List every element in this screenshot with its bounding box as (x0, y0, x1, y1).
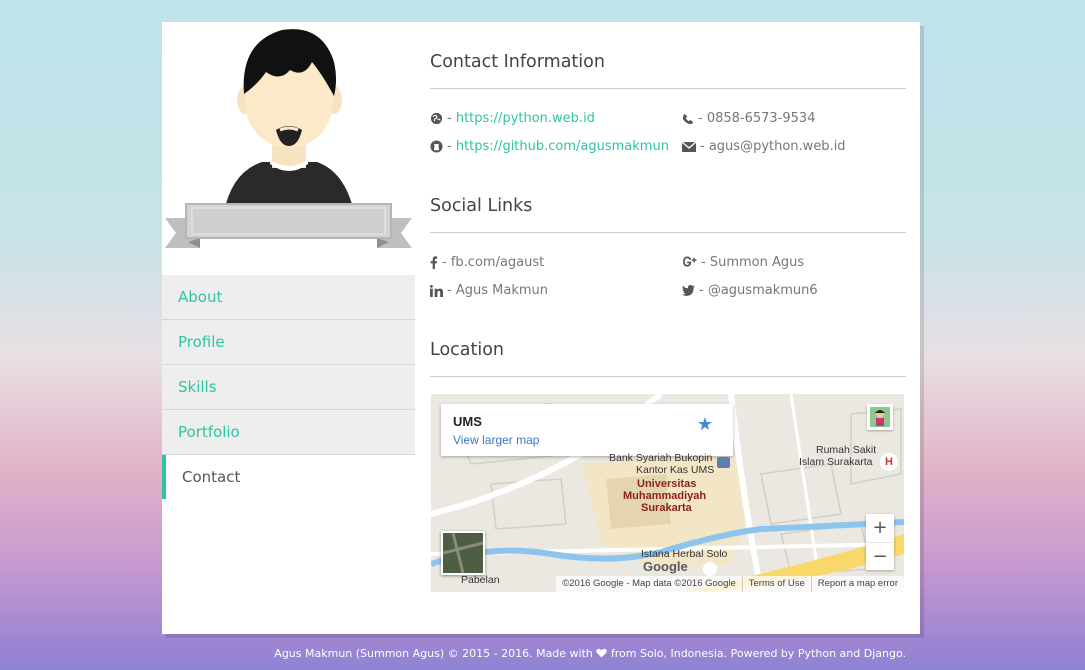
report-map-error-link[interactable]: Report a map error (810, 576, 904, 592)
separator: - (442, 255, 447, 270)
zoom-controls: + − (866, 514, 894, 570)
page-footer: Agus Makmun (Summon Agus) © 2015 - 2016.… (274, 647, 906, 660)
envelope-icon (682, 141, 696, 152)
linkedin-icon (430, 284, 443, 297)
phone-number: 0858-6573-9534 (706, 111, 816, 126)
pegman-icon[interactable] (867, 404, 893, 430)
sidebar-nav: About Profile Skills Portfolio Contact (162, 275, 415, 499)
social-section-title: Social Links (430, 196, 533, 216)
bank-marker-icon (717, 457, 730, 468)
embedded-map[interactable]: UMS View larger map ★ Bank Syariah Bukop… (431, 394, 904, 592)
separator: - (699, 283, 704, 298)
location-section-header: Location (430, 332, 906, 377)
map-label-univ-1: Universitas (637, 478, 697, 490)
linkedin-name[interactable]: Agus Makmun (456, 283, 548, 298)
website-link[interactable]: https://python.web.id (456, 111, 595, 126)
twitter-row: - @agusmakmun6 (682, 283, 818, 298)
nav-item-about[interactable]: About (162, 275, 415, 320)
profile-card: About Profile Skills Portfolio Contact C… (162, 22, 920, 634)
github-row: - https://github.com/agusmakmun (430, 139, 669, 154)
view-larger-map-link[interactable]: View larger map (453, 433, 539, 447)
facebook-icon (430, 256, 438, 269)
nav-item-portfolio[interactable]: Portfolio (162, 410, 415, 455)
map-attribution: ©2016 Google - Map data ©2016 Google Ter… (556, 576, 904, 592)
twitter-icon (682, 285, 695, 296)
separator: - (447, 283, 452, 298)
phone-icon (682, 113, 694, 124)
zoom-in-button[interactable]: + (866, 514, 894, 542)
separator: - (447, 139, 452, 154)
satellite-toggle-thumbnail[interactable] (441, 531, 485, 575)
separator: - (698, 111, 703, 126)
hospital-marker-icon: H (880, 453, 898, 471)
google-logo: Google (643, 559, 688, 574)
avatar (162, 22, 415, 272)
map-label-univ-3: Surakarta (641, 502, 692, 514)
twitter-handle[interactable]: @agusmakmun6 (708, 283, 818, 298)
map-place-card: UMS View larger map ★ (441, 404, 733, 456)
zoom-out-button[interactable]: − (866, 542, 894, 571)
website-row: - https://python.web.id (430, 111, 595, 126)
linkedin-row: - Agus Makmun (430, 283, 548, 298)
footer-text-prefix: Agus Makmun (Summon Agus) © 2015 - 2016.… (274, 647, 593, 660)
location-section-title: Location (430, 340, 505, 360)
map-place-name: UMS (453, 414, 482, 429)
sidebar: About Profile Skills Portfolio Contact (162, 22, 415, 634)
footer-text-suffix: from Solo, Indonesia. Powered by Python … (610, 647, 906, 660)
github-link[interactable]: https://github.com/agusmakmun (456, 139, 669, 154)
facebook-handle[interactable]: fb.com/agaust (451, 255, 544, 270)
social-section-header: Social Links (430, 188, 906, 233)
map-label-univ-2: Muhammadiyah (623, 490, 707, 502)
phone-row: - 0858-6573-9534 (682, 111, 815, 126)
heart-icon (596, 648, 608, 658)
contact-section-header: Contact Information (430, 44, 906, 89)
facebook-row: - fb.com/agaust (430, 255, 544, 270)
contact-section-title: Contact Information (430, 52, 605, 72)
email-address: agus@python.web.id (708, 139, 846, 154)
map-copyright: ©2016 Google - Map data ©2016 Google (562, 578, 736, 589)
github-icon (430, 140, 443, 153)
map-label-hospital-1: Rumah Sakit (816, 444, 877, 456)
separator: - (447, 111, 452, 126)
nav-item-contact[interactable]: Contact (162, 455, 415, 499)
google-plus-name[interactable]: Summon Agus (710, 255, 804, 270)
nav-item-skills[interactable]: Skills (162, 365, 415, 410)
avatar-illustration (165, 29, 412, 248)
save-star-icon[interactable]: ★ (697, 414, 713, 435)
map-label-bank: Bank Syariah Bukopin (609, 452, 713, 464)
terms-of-use-link[interactable]: Terms of Use (741, 576, 811, 592)
separator: - (701, 255, 706, 270)
nav-item-profile[interactable]: Profile (162, 320, 415, 365)
email-row: - agus@python.web.id (682, 139, 846, 154)
google-plus-icon (683, 256, 697, 267)
separator: - (700, 139, 705, 154)
lock-marker-icon (703, 562, 717, 576)
map-label-hospital-2: Islam Surakarta (799, 456, 873, 468)
google-plus-row: - Summon Agus (682, 255, 804, 270)
map-label-kantor: Kantor Kas UMS (636, 464, 715, 476)
globe-icon (430, 112, 443, 125)
